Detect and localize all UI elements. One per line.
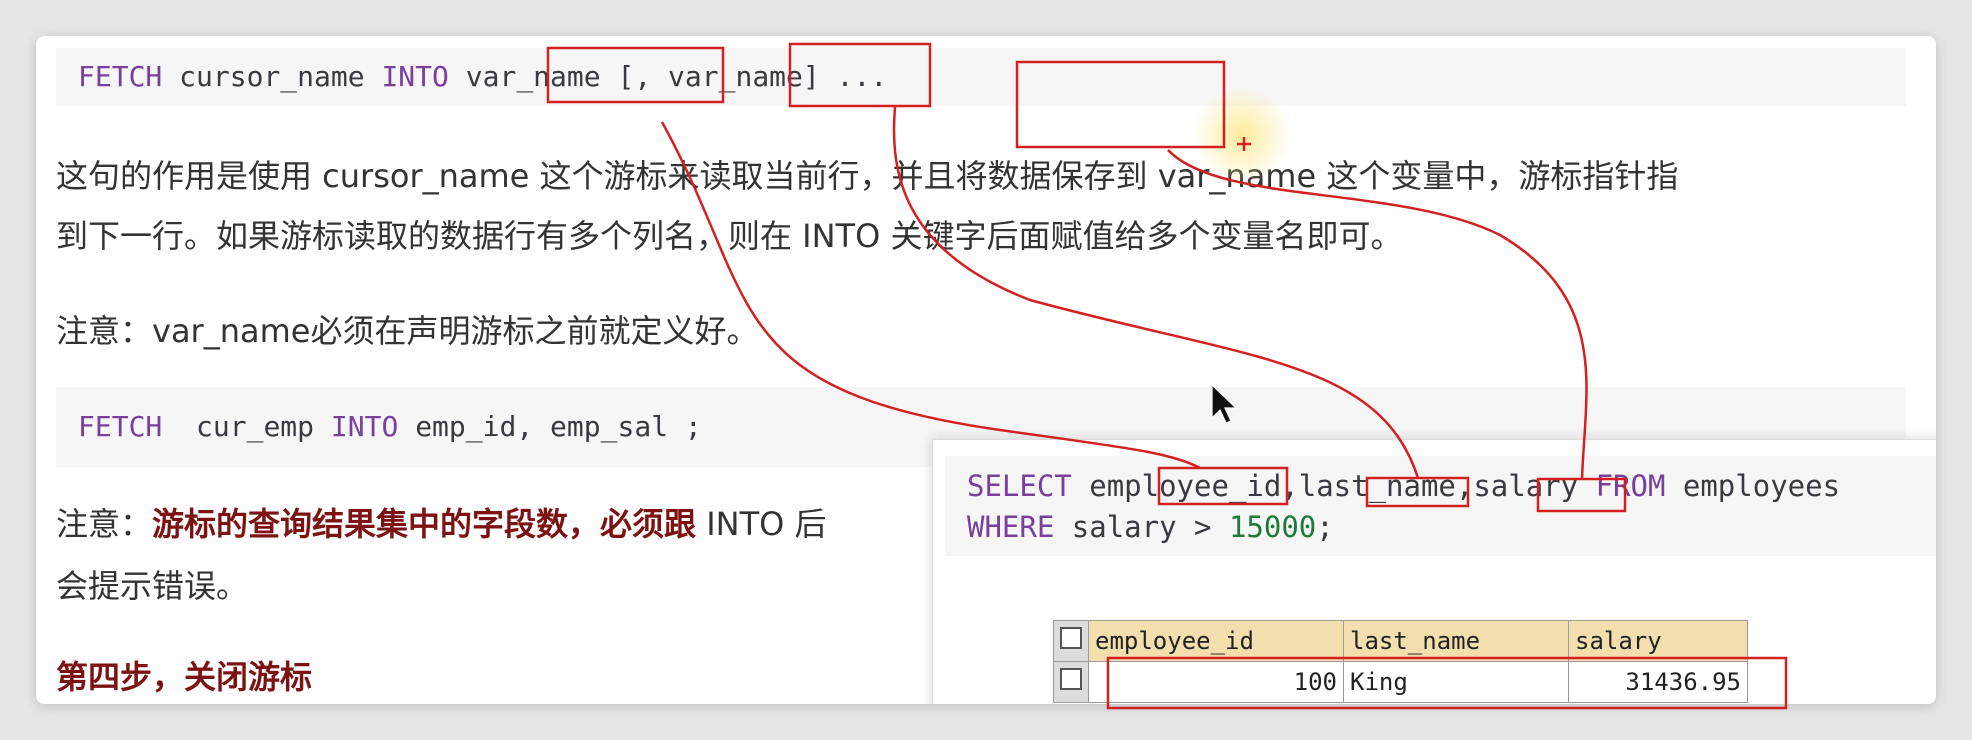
annotation-overlay [546, 42, 1788, 710]
connector-line [660, 121, 1201, 470]
highlight-box [546, 46, 725, 104]
connector-line [892, 106, 1420, 479]
highlight-box [788, 42, 932, 108]
highlight-box [1157, 466, 1289, 506]
highlight-box [1536, 477, 1627, 513]
highlight-box [1106, 656, 1788, 710]
cursor-highlight [1192, 85, 1292, 185]
mouse-cursor-icon [1211, 383, 1238, 424]
connector-line [1167, 149, 1588, 480]
highlight-box [1365, 476, 1470, 508]
